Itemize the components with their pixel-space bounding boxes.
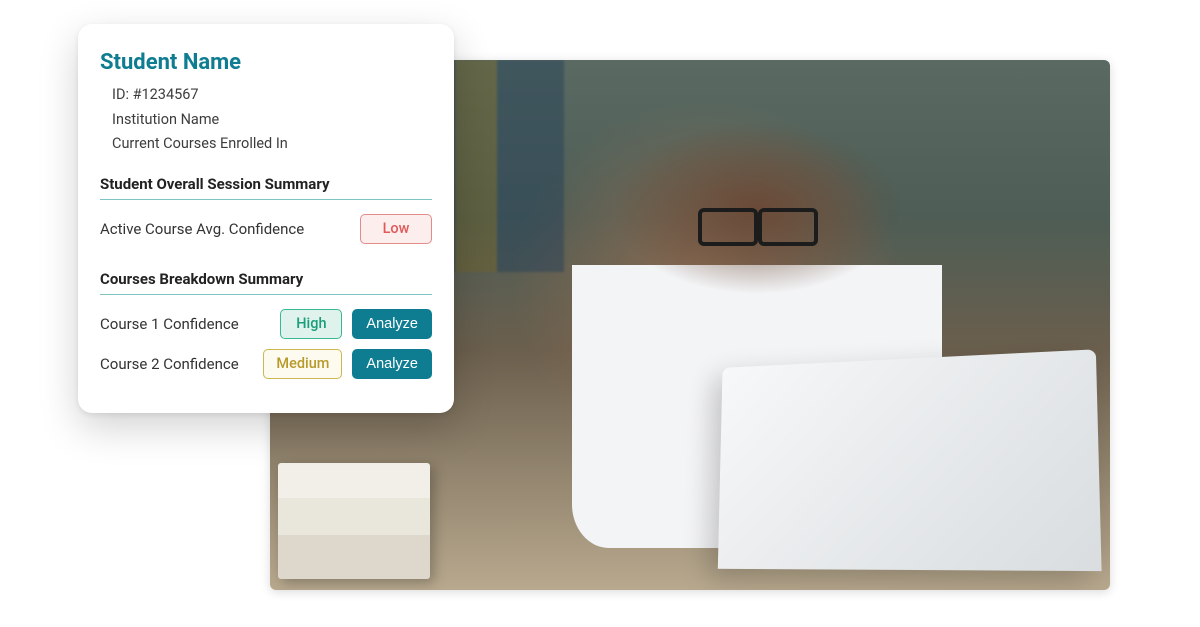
breakdown-heading: Courses Breakdown Summary — [100, 270, 432, 288]
divider — [100, 294, 432, 295]
course-confidence-badge: High — [280, 309, 342, 339]
course-row: Course 1 Confidence High Analyze — [100, 309, 432, 339]
analyze-button[interactable]: Analyze — [352, 349, 432, 379]
overall-confidence-row: Active Course Avg. Confidence Low — [100, 214, 432, 244]
course-row: Course 2 Confidence Medium Analyze — [100, 349, 432, 379]
student-name-title: Student Name — [100, 50, 432, 75]
glasses-placeholder — [698, 208, 818, 240]
divider — [100, 199, 432, 200]
analyze-button[interactable]: Analyze — [352, 309, 432, 339]
course-confidence-badge: Medium — [263, 349, 342, 379]
student-id-line: ID: #1234567 — [112, 83, 432, 108]
overall-session-heading: Student Overall Session Summary — [100, 175, 432, 193]
overall-confidence-label: Active Course Avg. Confidence — [100, 220, 350, 238]
course-label: Course 1 Confidence — [100, 315, 270, 333]
student-meta-block: ID: #1234567 Institution Name Current Co… — [100, 83, 432, 157]
overall-confidence-badge: Low — [360, 214, 432, 244]
book-stack-placeholder — [278, 463, 429, 580]
course-label: Course 2 Confidence — [100, 355, 253, 373]
laptop-placeholder — [718, 349, 1102, 571]
institution-line: Institution Name — [112, 108, 432, 133]
courses-enrolled-line: Current Courses Enrolled In — [112, 132, 432, 157]
student-summary-card: Student Name ID: #1234567 Institution Na… — [78, 24, 454, 413]
